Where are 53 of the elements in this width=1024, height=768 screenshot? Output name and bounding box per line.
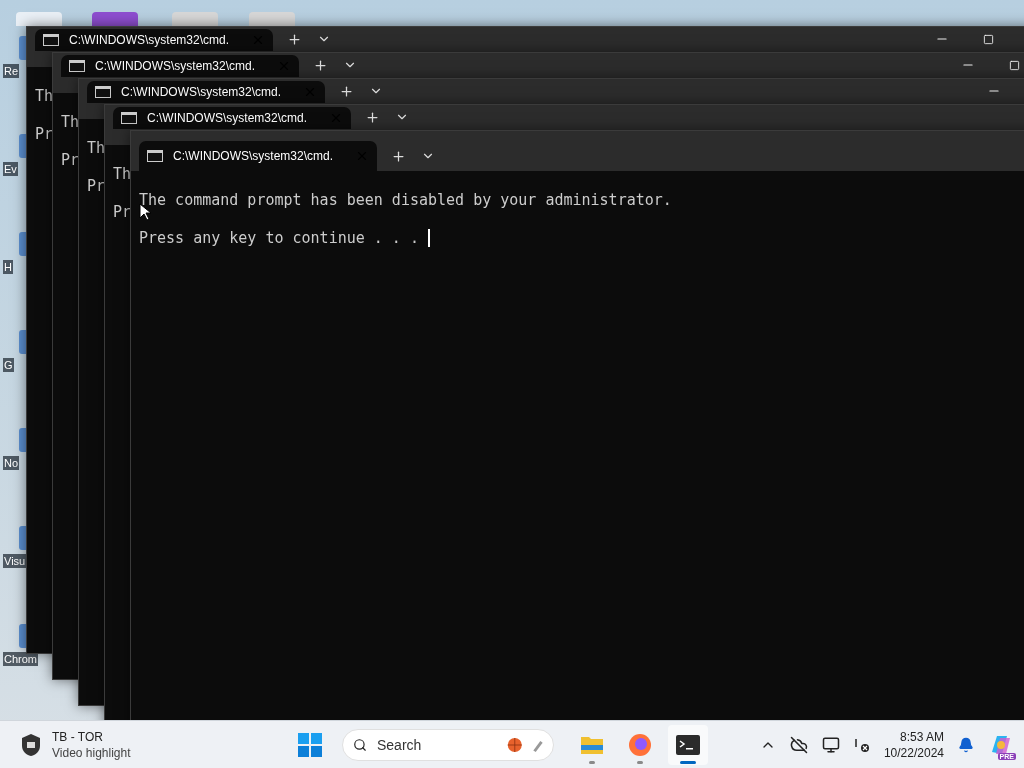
- shield-icon[interactable]: [20, 733, 42, 757]
- terminal-tab[interactable]: C:\WINDOWS\system32\cmd.: [139, 141, 377, 171]
- text-cursor: [427, 229, 430, 247]
- notification-bell-icon[interactable]: [958, 737, 974, 753]
- shortcut-label[interactable]: Visu: [3, 554, 27, 568]
- muted-icon[interactable]: [853, 737, 870, 753]
- plus-icon[interactable]: [338, 83, 354, 99]
- console-text: The command prompt has been disabled by your administrator.: [139, 191, 672, 209]
- basketball-icon: [507, 735, 523, 755]
- widget-subtitle[interactable]: Video highlight: [52, 745, 131, 761]
- shortcut-label[interactable]: G: [3, 358, 14, 372]
- maximize-icon[interactable]: [1008, 59, 1020, 71]
- console-text: Pr: [61, 151, 80, 169]
- console-text: Pr: [87, 177, 106, 195]
- cmd-icon: [147, 150, 163, 162]
- cmd-icon: [95, 86, 111, 98]
- console-text: Pr: [35, 125, 54, 143]
- shortcut-label[interactable]: Re: [3, 64, 20, 78]
- cloud-off-icon[interactable]: [789, 736, 808, 754]
- terminal-tab[interactable]: C:\WINDOWS\system32\cmd.: [61, 55, 299, 77]
- firefox-icon: [628, 733, 652, 757]
- folder-icon: [580, 734, 604, 756]
- shortcut-label[interactable]: H: [3, 260, 13, 274]
- shortcut-label[interactable]: No: [3, 456, 20, 470]
- console-text: Th: [87, 139, 106, 157]
- search-field[interactable]: Search: [375, 736, 499, 754]
- terminal-tab[interactable]: C:\WINDOWS\system32\cmd.: [87, 81, 325, 103]
- plus-icon[interactable]: [390, 148, 406, 164]
- console-text: Th: [61, 113, 80, 131]
- console-text: Th: [35, 87, 54, 105]
- widget-title[interactable]: TB - TOR: [52, 729, 131, 745]
- console-text: Pr: [113, 203, 132, 221]
- windows-logo-icon: [298, 733, 322, 757]
- plus-icon[interactable]: [286, 31, 302, 47]
- shortcut-label[interactable]: Ev: [3, 162, 18, 176]
- maximize-icon[interactable]: [982, 33, 994, 45]
- console-text: Th: [113, 165, 132, 183]
- plus-icon[interactable]: [364, 109, 380, 125]
- cmd-icon: [43, 34, 59, 46]
- search-bar[interactable]: Search: [342, 729, 554, 761]
- console-text: Press any key to continue . . .: [139, 229, 430, 247]
- clock[interactable]: 8:53 AM 10/22/2024: [883, 729, 944, 761]
- shortcut-label[interactable]: Chrom: [3, 652, 38, 666]
- terminal-tab[interactable]: C:\WINDOWS\system32\cmd.: [35, 29, 273, 51]
- mouse-pointer-icon: [139, 203, 151, 221]
- monitor-icon[interactable]: [821, 736, 840, 754]
- plus-icon[interactable]: [312, 57, 328, 73]
- taskbar-app-button[interactable]: [668, 725, 708, 765]
- cmd-icon: [69, 60, 85, 72]
- cmd-icon: [121, 112, 137, 124]
- search-icon: [353, 736, 367, 754]
- terminal-tab[interactable]: C:\WINDOWS\system32\cmd.: [113, 107, 351, 129]
- terminal-icon: [676, 735, 700, 755]
